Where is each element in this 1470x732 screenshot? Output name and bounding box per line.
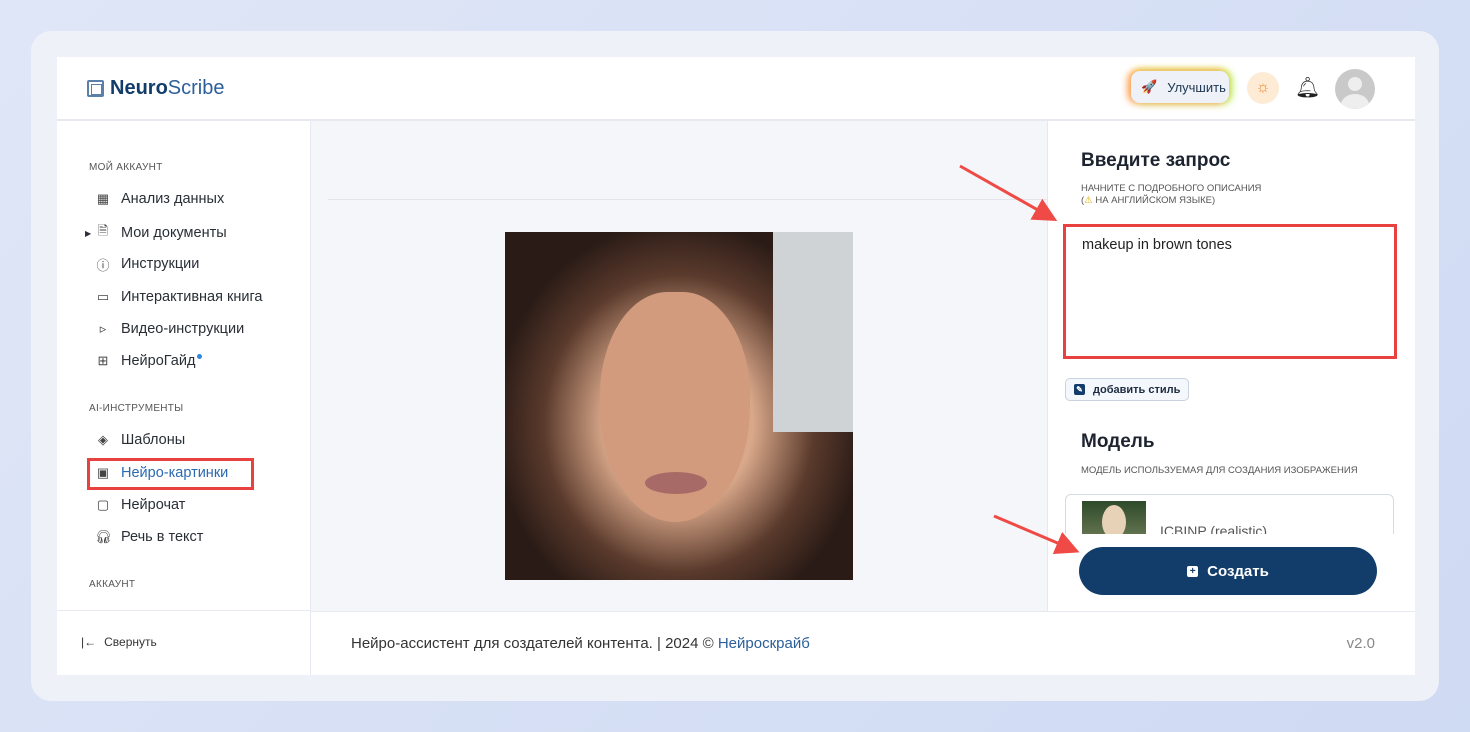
arrow-to-create: [993, 514, 1080, 555]
annotation-arrows: [959, 164, 1080, 555]
arrow-to-prompt: [959, 164, 1058, 221]
